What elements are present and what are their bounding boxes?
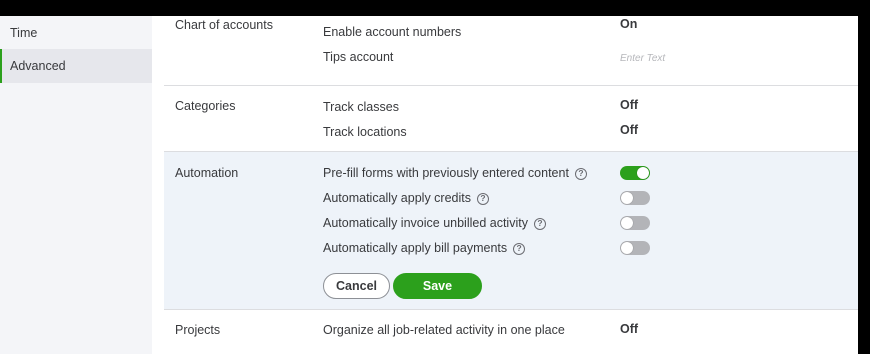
invoice-unbilled-toggle[interactable] (620, 216, 650, 230)
section-title-chart-of-accounts: Chart of accounts (175, 18, 273, 32)
apply-credits-label: Automatically apply credits? (323, 191, 489, 205)
toggle-knob (621, 192, 633, 204)
tips-account-label: Tips account (323, 50, 394, 64)
track-classes-value: Off (620, 98, 639, 112)
section-projects[interactable]: Projects Organize all job-related activi… (164, 311, 858, 354)
cancel-button[interactable]: Cancel (323, 273, 390, 299)
section-chart-of-accounts[interactable]: Chart of accounts Enable account numbers… (164, 16, 858, 86)
section-title-projects: Projects (175, 323, 221, 337)
track-locations-value: Off (620, 123, 639, 137)
section-automation: Automation Pre-fill forms with previousl… (164, 152, 858, 310)
prefill-forms-text: Pre-fill forms with previously entered c… (323, 166, 569, 180)
organize-projects-value: Off (620, 322, 639, 336)
help-icon[interactable]: ? (476, 193, 489, 205)
apply-bill-payments-text: Automatically apply bill payments (323, 241, 508, 255)
apply-credits-text: Automatically apply credits (323, 191, 471, 205)
sidebar-item-advanced[interactable]: Advanced (0, 49, 152, 83)
toggle-knob (621, 217, 633, 229)
track-classes-label: Track classes (323, 100, 399, 114)
tips-account-field[interactable]: Enter Text (620, 53, 665, 64)
settings-main-panel: Chart of accounts Enable account numbers… (152, 16, 858, 354)
enable-account-numbers-value: On (620, 17, 638, 31)
invoice-unbilled-label: Automatically invoice unbilled activity? (323, 216, 546, 230)
section-title-categories: Categories (175, 99, 236, 113)
apply-credits-toggle[interactable] (620, 191, 650, 205)
prefill-forms-label: Pre-fill forms with previously entered c… (323, 166, 587, 180)
window-right-edge (858, 0, 870, 354)
save-button[interactable]: Save (393, 273, 482, 299)
apply-bill-payments-toggle[interactable] (620, 241, 650, 255)
sidebar-item-time[interactable]: Time (0, 16, 152, 50)
apply-bill-payments-label: Automatically apply bill payments? (323, 241, 526, 255)
enable-account-numbers-label: Enable account numbers (323, 25, 462, 39)
toggle-knob (637, 167, 649, 179)
settings-sidebar: Time Advanced (0, 16, 152, 354)
track-locations-label: Track locations (323, 125, 407, 139)
help-icon[interactable]: ? (574, 168, 587, 180)
prefill-forms-toggle[interactable] (620, 166, 650, 180)
invoice-unbilled-text: Automatically invoice unbilled activity (323, 216, 528, 230)
section-categories[interactable]: Categories Track classes Off Track locat… (164, 86, 858, 152)
organize-projects-label: Organize all job-related activity in one… (323, 323, 565, 337)
toggle-knob (621, 242, 633, 254)
section-title-automation: Automation (175, 166, 239, 180)
help-icon[interactable]: ? (533, 218, 546, 230)
window-top-edge (0, 0, 870, 16)
help-icon[interactable]: ? (513, 243, 526, 255)
